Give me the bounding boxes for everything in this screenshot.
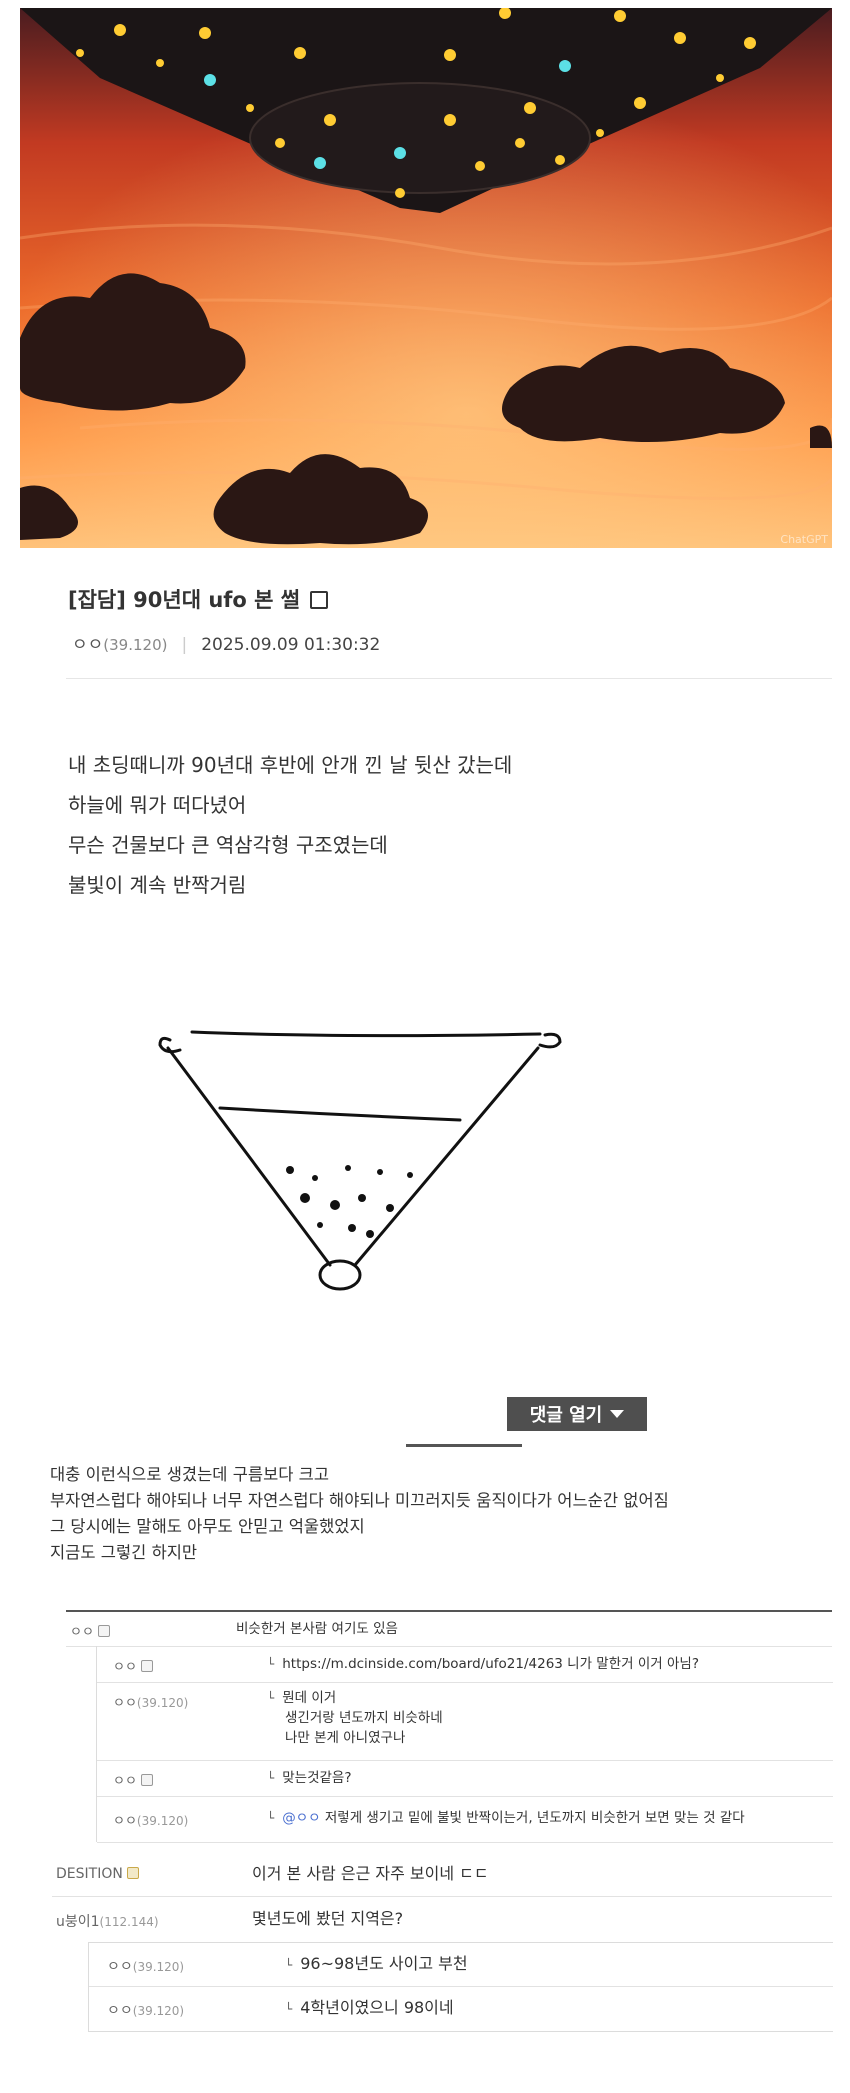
reply-nick[interactable]: ㅇㅇ(39.120) <box>107 2000 184 2020</box>
body-line: 불빛이 계속 반짝거림 <box>68 873 247 897</box>
reply-nick[interactable]: ㅇㅇ <box>113 1656 153 1675</box>
reply-arrow-icon: └ <box>285 1958 293 1972</box>
post-meta: ㅇㅇ(39.120) | 2025.09.09 01:30:32 <box>72 630 380 655</box>
comment-row: ㅇㅇ 비슷한거 본사람 여기도 있음 <box>66 1612 832 1647</box>
reply-row: ㅇㅇ(39.120) └ 96~98년도 사이고 부천 <box>89 1943 833 1987</box>
reply-nick[interactable]: ㅇㅇ <box>113 1770 153 1789</box>
reply-row: ㅇㅇ └ 맞는것같음? <box>97 1760 833 1797</box>
reply-text: └ 4학년이였으니 98이네 <box>285 1998 454 2017</box>
header-divider <box>66 678 832 679</box>
hero-image: ChatGPT <box>20 8 832 548</box>
caption-line: 지금도 그렇긴 하지만 <box>50 1543 198 1562</box>
body-line: 무슨 건물보다 큰 역삼각형 구조였는데 <box>68 833 388 857</box>
comment-nick[interactable]: u붕이1(112.144) <box>56 1911 159 1931</box>
ufo-sketch-drawing <box>158 1030 562 1291</box>
post-title-text: [잡담] 90년대 ufo 본 썰 <box>68 588 301 612</box>
reply-nick[interactable]: ㅇㅇ(39.120) <box>113 1810 188 1829</box>
post-title: [잡담] 90년대 ufo 본 썰 <box>68 584 329 614</box>
post-body: 내 초딩때니까 90년대 후반에 안개 낀 날 뒷산 갔는데 하늘에 뭐가 떠다… <box>68 745 512 905</box>
comment-nick[interactable]: ㅇㅇ <box>70 1621 110 1640</box>
post-caption: 대충 이런식으로 생겼는데 구름보다 크고 부자연스럽다 해야되나 너무 자연스… <box>50 1462 669 1566</box>
comment-text: 몇년도에 봤던 지역은? <box>252 1909 404 1928</box>
author-name[interactable]: ㅇㅇ <box>72 635 103 655</box>
watermark: ChatGPT <box>780 533 828 546</box>
reply-text: └ 맞는것같음? <box>267 1770 352 1786</box>
caption-line: 부자연스럽다 해야되나 너무 자연스럽다 해야되나 미끄러지듯 움직이다가 어느… <box>50 1491 669 1510</box>
user-icon <box>97 1625 110 1637</box>
meta-divider: | <box>181 635 188 655</box>
post-date: 2025.09.09 01:30:32 <box>201 635 381 655</box>
comment-nick[interactable]: DESITION <box>56 1866 139 1882</box>
reply-text: └ 96~98년도 사이고 부천 <box>285 1954 468 1973</box>
ufo-sunset-illustration <box>20 8 832 548</box>
reply-arrow-icon: └ <box>267 1771 275 1785</box>
body-line: 내 초딩때니까 90년대 후반에 안개 낀 날 뒷산 갔는데 <box>68 753 513 777</box>
comment-text: 비슷한거 본사람 여기도 있음 <box>236 1621 398 1637</box>
comment-row: DESITION 이거 본 사람 은근 자주 보이네 ㄷㄷ <box>52 1852 832 1897</box>
comment-text: 이거 본 사람 은근 자주 보이네 ㄷㄷ <box>252 1864 489 1883</box>
gallery-manager-icon <box>126 1867 139 1879</box>
reply-row: ㅇㅇ(39.120) └ @ㅇㅇ 저렇게 생기고 밑에 불빛 반짝이는거, 년도까… <box>97 1796 833 1843</box>
reply-box: ㅇㅇ └ https://m.dcinside.com/board/ufo21/4… <box>96 1646 833 1843</box>
author-ip: (39.120) <box>103 636 168 654</box>
reply-box: ㅇㅇ(39.120) └ 96~98년도 사이고 부천 ㅇㅇ(39.120) └ 4… <box>88 1942 833 2032</box>
reply-arrow-icon: └ <box>285 2002 293 2016</box>
user-icon <box>140 1774 153 1786</box>
reply-row: ㅇㅇ(39.120) └ 4학년이였으니 98이네 <box>89 1987 833 2030</box>
reply-text[interactable]: └ https://m.dcinside.com/board/ufo21/4263… <box>267 1654 699 1674</box>
caret-down-icon <box>610 1410 625 1418</box>
comments-underline <box>406 1444 522 1447</box>
reply-row: ㅇㅇ └ https://m.dcinside.com/board/ufo21/4… <box>97 1646 833 1683</box>
user-icon <box>140 1660 153 1672</box>
reply-nick[interactable]: ㅇㅇ(39.120) <box>107 1956 184 1976</box>
image-attachment-icon <box>310 591 329 609</box>
body-line: 하늘에 뭐가 떠다녔어 <box>68 793 247 817</box>
reply-nick[interactable]: ㅇㅇ(39.120) <box>113 1692 188 1711</box>
caption-line: 대충 이런식으로 생겼는데 구름보다 크고 <box>50 1465 330 1484</box>
reply-row: ㅇㅇ(39.120) └ 뭔데 이거 생긴거랑 년도까지 비슷하네 나만 본게 아… <box>97 1682 833 1761</box>
comment-row: u붕이1(112.144) 몇년도에 봤던 지역은? <box>52 1896 832 1942</box>
reply-text: └ 뭔데 이거 생긴거랑 년도까지 비슷하네 나만 본게 아니였구나 <box>267 1690 443 1746</box>
mention-link[interactable]: @ㅇㅇ <box>282 1810 320 1826</box>
reply-arrow-icon: └ <box>267 1691 275 1705</box>
reply-text: └ @ㅇㅇ 저렇게 생기고 밑에 불빛 반짝이는거, 년도까지 비슷한거 보면 맞… <box>267 1810 745 1826</box>
reply-arrow-icon: └ <box>267 1811 275 1825</box>
open-comments-label: 댓글 열기 <box>529 1405 603 1426</box>
reply-arrow-icon: └ <box>267 1657 275 1671</box>
caption-line: 그 당시에는 말해도 아무도 안믿고 억울했었지 <box>50 1517 365 1536</box>
open-comments-button[interactable]: 댓글 열기 <box>507 1397 647 1431</box>
